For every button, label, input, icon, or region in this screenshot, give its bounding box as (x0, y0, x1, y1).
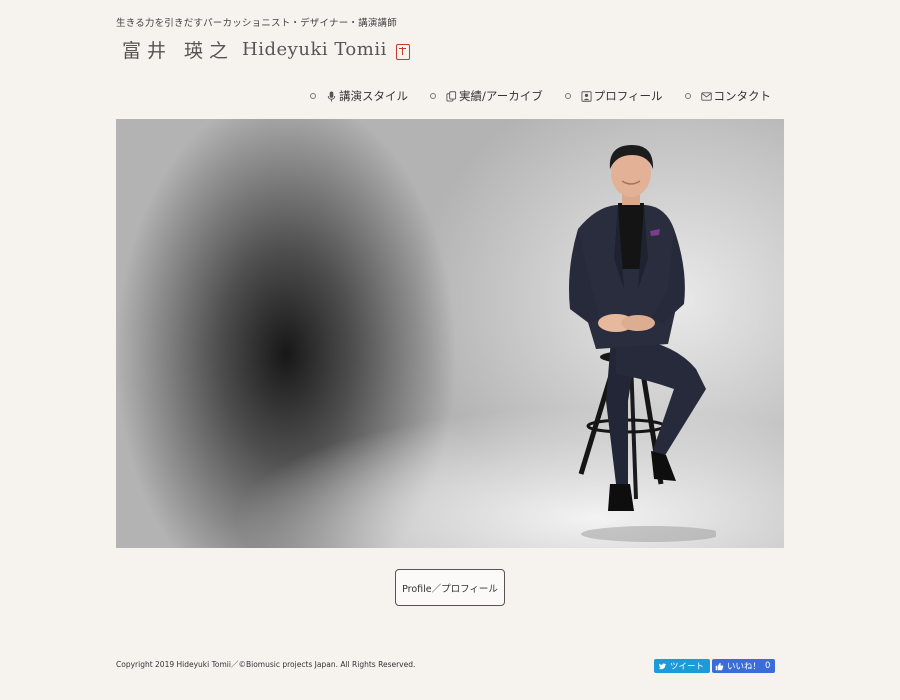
copy-icon (446, 90, 457, 102)
hero-photo (116, 119, 784, 548)
site-tagline: 生きる力を引きだすパーカッショニスト・デザイナー・講演講師 (116, 18, 397, 29)
nav-label: プロフィール (593, 89, 663, 103)
nav-item-profile[interactable]: プロフィール (564, 88, 663, 104)
main-navigation: 講演スタイル 実績/アーカイブ プロフィール コンタクト (310, 88, 771, 104)
logo-name-english: Hideyuki Tomii (242, 39, 387, 60)
nav-label: 実績/アーカイブ (459, 89, 543, 103)
nav-item-contact[interactable]: コンタクト (684, 88, 772, 104)
thumbs-up-icon (715, 662, 724, 670)
copyright-text: Copyright 2019 Hideyuki Tomii／©Biomusic … (116, 660, 416, 669)
nav-item-achievements-archive[interactable]: 実績/アーカイブ (430, 88, 543, 104)
nav-item-lecture-style[interactable]: 講演スタイル (310, 88, 408, 104)
site-logo[interactable]: 富井 瑛之 Hideyuki Tomii (122, 36, 410, 63)
seated-man-figure (569, 145, 716, 542)
like-button[interactable]: いいね！ 0 (712, 659, 776, 673)
tweet-label: ツイート (670, 662, 705, 672)
nav-label: コンタクト (713, 89, 772, 103)
microphone-icon (326, 90, 337, 102)
seal-stamp-icon (395, 43, 410, 60)
nav-label: 講演スタイル (339, 89, 409, 103)
bullet-icon (430, 93, 437, 99)
social-buttons: ツイート いいね！ 0 (654, 659, 776, 673)
like-label: いいね！ (727, 662, 762, 672)
profile-card-icon (581, 90, 592, 102)
page: 生きる力を引きだすパーカッショニスト・デザイナー・講演講師 富井 瑛之 Hide… (0, 0, 900, 700)
tweet-button[interactable]: ツイート (654, 659, 711, 673)
like-count: 0 (765, 661, 771, 671)
bullet-icon (684, 93, 691, 99)
envelope-icon (700, 91, 712, 102)
twitter-bird-icon (658, 663, 667, 669)
bullet-icon (310, 93, 317, 99)
logo-name-japanese: 富井 瑛之 (122, 40, 235, 62)
profile-button[interactable]: Profile／プロフィール (395, 569, 505, 606)
bullet-icon (564, 93, 571, 99)
